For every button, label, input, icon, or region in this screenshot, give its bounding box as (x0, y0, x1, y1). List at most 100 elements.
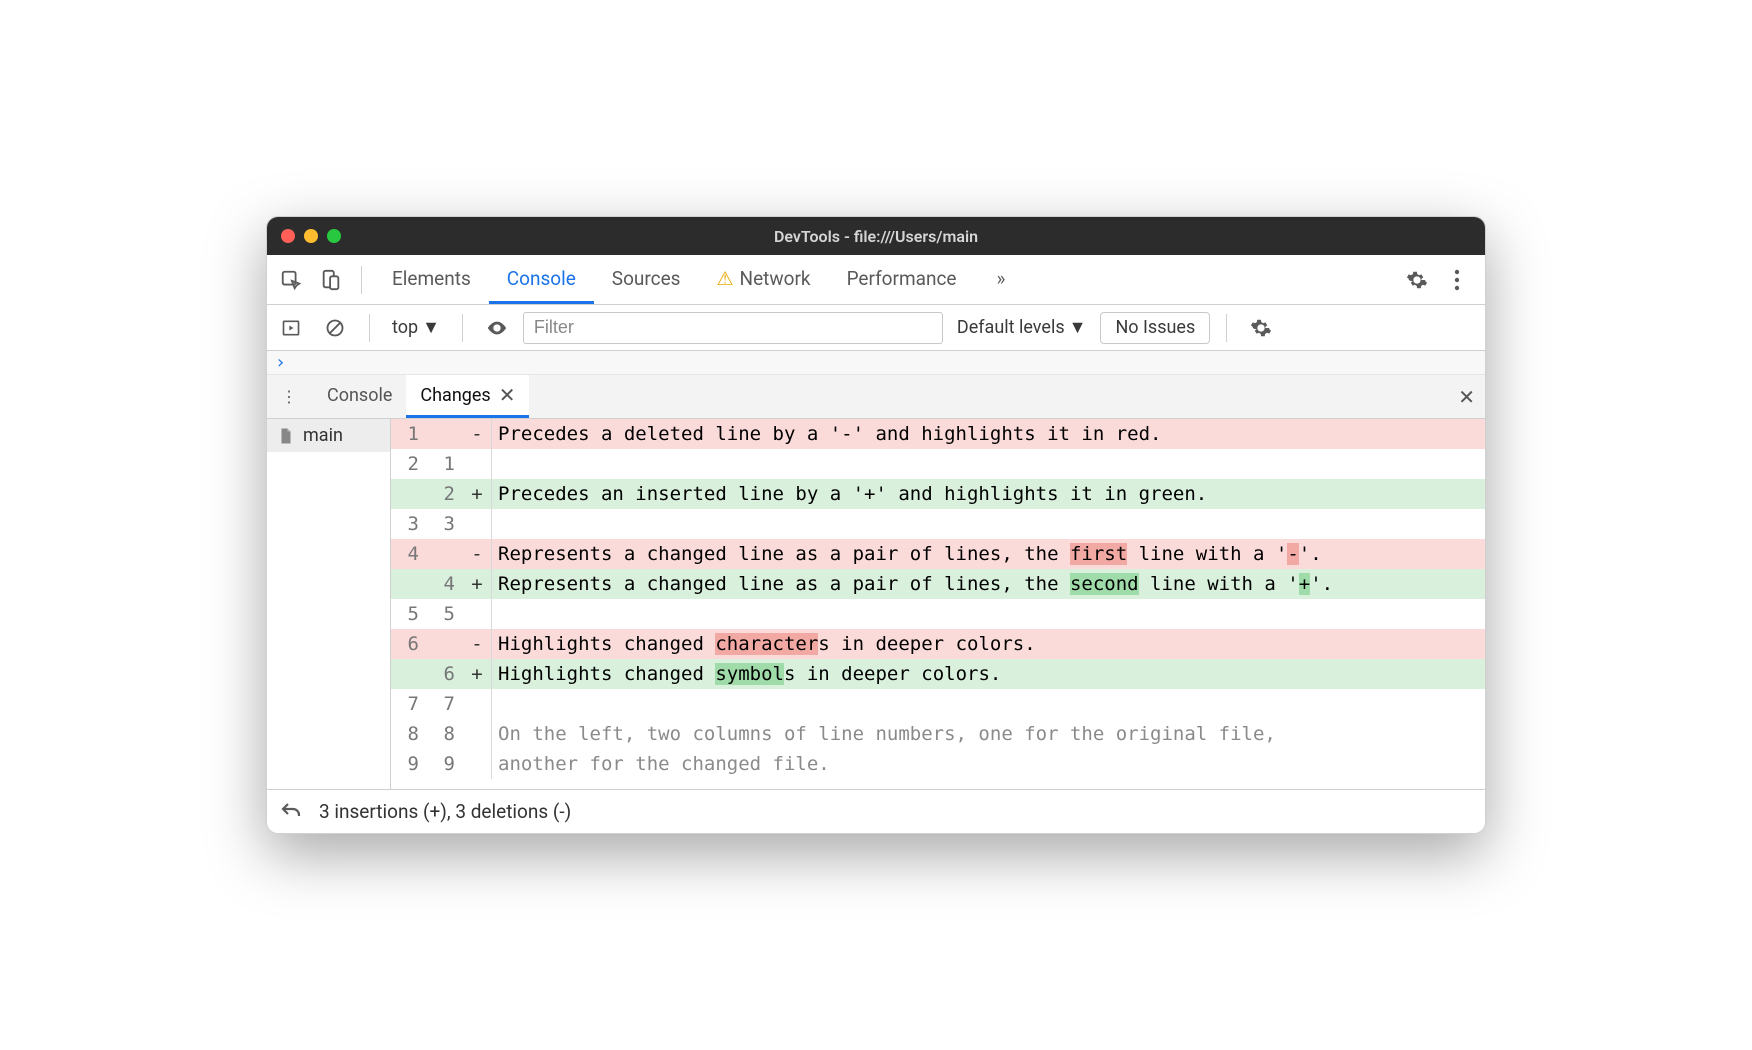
clear-console-icon[interactable] (317, 310, 353, 346)
diff-marker (463, 449, 491, 479)
toggle-sidebar-icon[interactable] (273, 310, 309, 346)
line-number-new: 2 (427, 479, 463, 509)
chevron-down-icon: ▼ (1069, 317, 1087, 338)
close-window-button[interactable] (281, 229, 295, 243)
close-tab-icon[interactable]: ✕ (499, 383, 516, 407)
line-number-old: 6 (391, 629, 427, 659)
diff-code: Represents a changed line as a pair of l… (492, 539, 1485, 569)
diff-marker: - (463, 539, 491, 569)
console-prompt[interactable]: › (267, 351, 1485, 375)
tab-label: Network (740, 267, 811, 290)
file-tree-item[interactable]: main (267, 419, 390, 452)
diff-marker (463, 719, 491, 749)
diff-row: 6 -Highlights changed characters in deepe… (391, 629, 1485, 659)
line-number-new (427, 539, 463, 569)
line-number-old: 1 (391, 419, 427, 449)
diff-marker: + (463, 659, 491, 689)
traffic-lights (281, 229, 341, 243)
line-number-new: 3 (427, 509, 463, 539)
minimize-window-button[interactable] (304, 229, 318, 243)
diff-marker (463, 689, 491, 719)
devtools-window: DevTools - file:///Users/main Elements Co… (266, 216, 1486, 834)
drawer-tab-console[interactable]: Console (313, 375, 406, 418)
diff-code: Precedes a deleted line by a '-' and hig… (492, 419, 1485, 449)
diff-footer: 3 insertions (+), 3 deletions (-) (267, 789, 1485, 833)
line-number-old: 8 (391, 719, 427, 749)
kebab-menu-icon[interactable] (1439, 262, 1475, 298)
diff-marker (463, 599, 491, 629)
eye-icon[interactable] (479, 310, 515, 346)
line-number-old: 4 (391, 539, 427, 569)
line-number-new: 5 (427, 599, 463, 629)
tab-performance[interactable]: Performance (829, 255, 975, 304)
filter-input[interactable] (523, 312, 943, 344)
tab-label: Console (507, 267, 576, 290)
tab-sources[interactable]: Sources (594, 255, 699, 304)
tab-label: Elements (392, 267, 471, 290)
line-number-new: 9 (427, 749, 463, 779)
prompt-chevron-icon: › (275, 352, 286, 373)
tab-elements[interactable]: Elements (374, 255, 489, 304)
file-name: main (303, 425, 343, 446)
diff-marker: + (463, 479, 491, 509)
diff-code: another for the changed file. (492, 749, 1485, 779)
tab-network[interactable]: ⚠Network (698, 255, 828, 304)
tab-label: Sources (612, 267, 681, 290)
diff-row: 4 -Represents a changed line as a pair of… (391, 539, 1485, 569)
window-title: DevTools - file:///Users/main (267, 227, 1485, 246)
diff-code: On the left, two columns of line numbers… (492, 719, 1485, 749)
device-toolbar-icon[interactable] (313, 262, 349, 298)
console-settings-gear-icon[interactable] (1243, 310, 1279, 346)
drawer-tab-changes[interactable]: Changes✕ (406, 375, 529, 418)
file-icon (277, 427, 295, 445)
diff-summary: 3 insertions (+), 3 deletions (-) (319, 800, 571, 823)
line-number-new: 7 (427, 689, 463, 719)
diff-row: 55 (391, 599, 1485, 629)
diff-code (492, 509, 1485, 539)
diff-row: 21 (391, 449, 1485, 479)
line-number-old: 3 (391, 509, 427, 539)
divider (1226, 314, 1227, 342)
context-selector[interactable]: top ▼ (386, 313, 446, 342)
divider (462, 314, 463, 342)
revert-icon[interactable] (279, 794, 303, 830)
diff-row: 88On the left, two columns of line numbe… (391, 719, 1485, 749)
diff-code (492, 689, 1485, 719)
diff-code: Represents a changed line as a pair of l… (492, 569, 1485, 599)
close-drawer-icon[interactable]: ✕ (1458, 385, 1475, 409)
diff-code: Highlights changed symbols in deeper col… (492, 659, 1485, 689)
line-number-old: 5 (391, 599, 427, 629)
diff-marker (463, 509, 491, 539)
tab-console[interactable]: Console (489, 255, 594, 304)
diff-marker: - (463, 629, 491, 659)
tab-label: Performance (847, 267, 957, 290)
changes-body: main 1 - Precedes a deleted line by a '-' … (267, 419, 1485, 789)
chevron-double-right-icon: » (996, 267, 1005, 290)
diff-view[interactable]: 1 - Precedes a deleted line by a '-' and h… (391, 419, 1485, 789)
diff-code: Highlights changed characters in deeper … (492, 629, 1485, 659)
chevron-down-icon: ▼ (422, 317, 440, 338)
context-label: top (392, 317, 418, 338)
settings-gear-icon[interactable] (1399, 262, 1435, 298)
diff-row: 2+Precedes an inserted line by a '+' and… (391, 479, 1485, 509)
titlebar: DevTools - file:///Users/main (267, 217, 1485, 255)
more-tabs-button[interactable]: » (978, 255, 1023, 304)
maximize-window-button[interactable] (327, 229, 341, 243)
line-number-old: 2 (391, 449, 427, 479)
diff-row: 99another for the changed file. (391, 749, 1485, 779)
diff-row: 77 (391, 689, 1485, 719)
issues-button[interactable]: No Issues (1100, 312, 1210, 344)
line-number-old (391, 659, 427, 689)
diff-row: 6+Highlights changed symbols in deeper c… (391, 659, 1485, 689)
drawer-kebab-icon[interactable]: ⋮ (271, 379, 307, 415)
divider (369, 314, 370, 342)
inspect-element-icon[interactable] (273, 262, 309, 298)
main-tabs: Elements Console Sources ⚠Network Performanc… (267, 255, 1485, 305)
divider (361, 266, 362, 294)
log-levels-selector[interactable]: Default levels ▼ (951, 313, 1093, 342)
line-number-new: 4 (427, 569, 463, 599)
diff-row: 33 (391, 509, 1485, 539)
drawer-tab-label: Console (327, 385, 392, 406)
line-number-old (391, 569, 427, 599)
line-number-old: 7 (391, 689, 427, 719)
